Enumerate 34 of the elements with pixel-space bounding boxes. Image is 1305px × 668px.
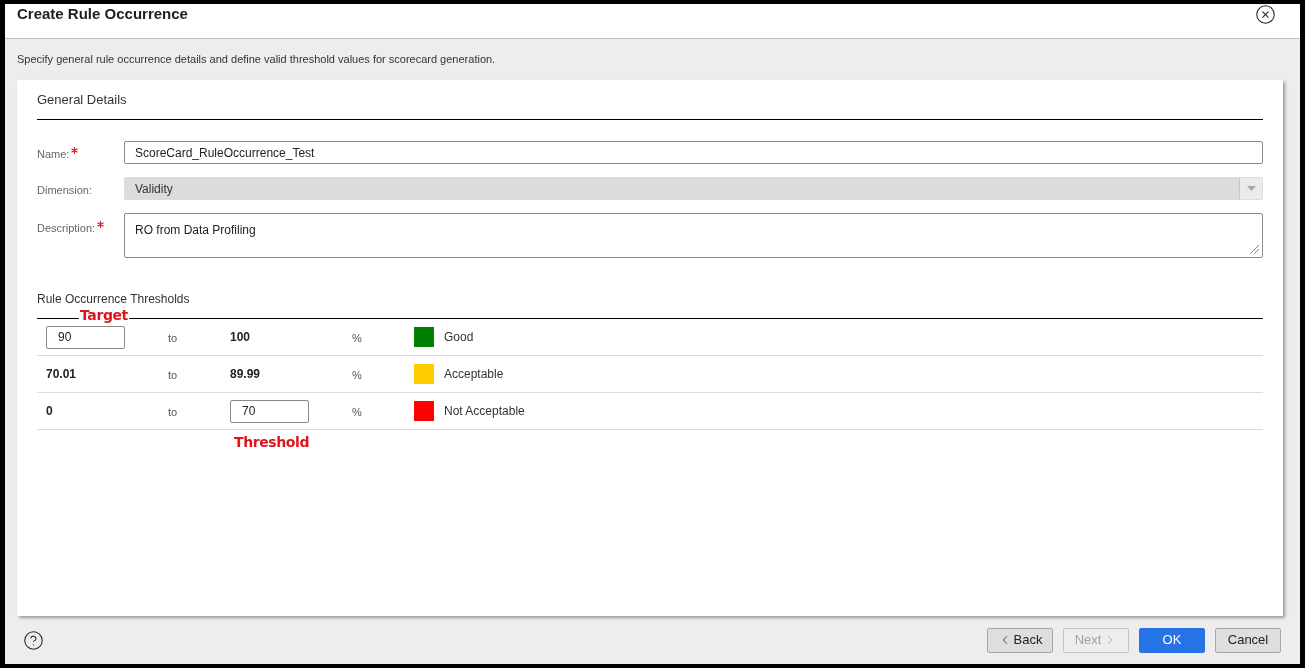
resize-grip-icon	[1249, 244, 1260, 255]
help-icon[interactable]	[23, 629, 44, 651]
instructions-text: Specify general rule occurrence details and define valid threshold values for scorecard generation.	[17, 52, 496, 68]
annotation-label: Threshold	[233, 434, 311, 450]
cancel-button[interactable]: Cancel	[1215, 627, 1281, 653]
threshold-input[interactable]: 90	[46, 325, 125, 349]
threshold-value: 70.01	[46, 366, 77, 383]
threshold-value: 0	[46, 403, 53, 420]
status-label: Good	[444, 329, 474, 346]
percent-unit: %	[352, 406, 362, 418]
status-label: Not Acceptable	[444, 403, 525, 420]
text-field[interactable]: ScoreCard_RuleOccurrence_Test	[124, 141, 1263, 164]
range-separator: to	[168, 369, 178, 381]
field-label: Dimension:	[37, 183, 93, 198]
description-text: RO from Data Profiling	[135, 223, 256, 237]
section-heading: General Details	[37, 90, 127, 109]
dialog-title: Create Rule Occurrence	[17, 4, 188, 24]
section-heading: Rule Occurrence Thresholds	[37, 291, 190, 308]
ok-button[interactable]: OK	[1139, 627, 1205, 653]
threshold-value: 100	[230, 329, 251, 346]
field-label: Description:	[37, 221, 96, 236]
close-icon[interactable]	[1255, 4, 1276, 25]
threshold-input[interactable]: 70	[230, 399, 309, 423]
percent-unit: %	[352, 369, 362, 381]
range-separator: to	[168, 332, 178, 344]
range-separator: to	[168, 406, 178, 418]
field-label: Name:	[37, 147, 70, 162]
back-button[interactable]: Back	[987, 627, 1053, 653]
threshold-value: 89.99	[230, 366, 261, 383]
annotation-label: Target	[79, 307, 129, 323]
description-textarea[interactable]: RO from Data Profiling	[124, 213, 1263, 258]
status-label: Acceptable	[444, 366, 504, 383]
caret-down-icon	[1246, 186, 1256, 191]
percent-unit: %	[352, 332, 362, 344]
